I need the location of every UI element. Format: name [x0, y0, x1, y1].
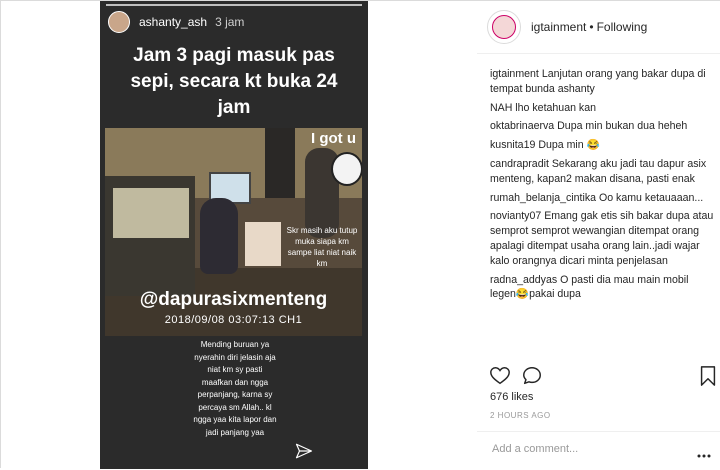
story-caption-line: maafkan dan ngga	[201, 377, 269, 387]
comment-username[interactable]: rumah_belanja_cintika	[490, 192, 596, 204]
comment-text: Oo kamu ketauaaan...	[598, 191, 704, 204]
logo-icon	[492, 15, 516, 39]
comment-username[interactable]: oktabrinaerva	[490, 120, 554, 132]
bookmark-icon[interactable]	[697, 365, 719, 387]
header-username[interactable]: igtainment	[531, 20, 586, 34]
profile-avatar[interactable]	[487, 10, 521, 44]
more-icon[interactable]	[697, 454, 711, 458]
story-viewer: ashanty_ash 3 jam Jam 3 pagi masuk pas s…	[1, 1, 477, 469]
story-header: ashanty_ash 3 jam	[108, 10, 244, 34]
add-comment-bar	[477, 431, 720, 470]
story-caption-line: Mending buruan ya	[200, 340, 270, 349]
cctv-image: I got u Skr masih aku tutup muka siapa k…	[105, 128, 362, 336]
action-bar	[489, 365, 717, 389]
story-headline-line: jam	[217, 97, 251, 118]
comment-icon[interactable]	[521, 365, 543, 387]
comment-username[interactable]: candrapradit	[490, 158, 549, 170]
story-headline: Jam 3 pagi masuk pas sepi, secara kt buk…	[100, 43, 368, 121]
overlay-handle-text: @dapurasixmenteng	[139, 289, 328, 310]
cctv-timestamp: 2018/09/08 03:07:13 CH1	[164, 314, 303, 326]
story-headline-line: sepi, secara kt buka 24	[130, 71, 338, 92]
story-caption-line: percaya sm Allah.. kl	[198, 402, 272, 412]
story-username[interactable]: ashanty_ash	[139, 15, 207, 29]
comments-list: igtainment Lanjutan orang yang bakar dup…	[490, 67, 716, 306]
story-caption-line: niat km sy pasti	[207, 365, 263, 374]
post-time-ago: 2 HOURS AGO	[490, 411, 551, 420]
comment-text: Dupa min bukan dua heheh	[557, 120, 688, 133]
story-time: 3 jam	[215, 15, 245, 29]
heart-icon[interactable]	[489, 365, 511, 387]
post-info-panel: igtainment • Following igtainment Lanjut…	[477, 1, 720, 469]
send-icon[interactable]	[295, 442, 313, 460]
story-panel[interactable]: ashanty_ash 3 jam Jam 3 pagi masuk pas s…	[100, 1, 368, 469]
post-header: igtainment • Following	[477, 1, 720, 54]
follow-button[interactable]: Following	[597, 20, 648, 34]
comment: radna_addyas O pasti dia mau main mobil …	[490, 273, 716, 303]
likes-count[interactable]: 676 likes	[490, 391, 533, 403]
comment-text: Dupa min 😂	[538, 139, 600, 152]
comment: rumah_belanja_cintika Oo kamu ketauaaan.…	[490, 191, 716, 206]
cctv-person	[200, 198, 238, 274]
instagram-post: ashanty_ash 3 jam Jam 3 pagi masuk pas s…	[0, 0, 720, 469]
header-separator: •	[589, 20, 594, 34]
comment-username[interactable]: novianty07	[490, 210, 541, 222]
add-comment-input[interactable]	[490, 442, 694, 456]
story-caption-line: jadi panjang yaa	[205, 427, 265, 437]
story-caption-line: perpanjang, karna sy	[197, 390, 273, 399]
story-caption-line: nyerahin diri jelasin aja	[194, 352, 276, 362]
comment: NAH lho ketahuan kan	[490, 101, 716, 116]
comment: oktabrinaerva Dupa min bukan dua heheh	[490, 119, 716, 134]
comment-username[interactable]: igtainment	[490, 68, 539, 80]
story-avatar[interactable]	[108, 11, 130, 33]
face-sticker	[331, 152, 362, 186]
comment: kusnita19 Dupa min 😂	[490, 138, 716, 153]
comment-username[interactable]: kusnita19	[490, 139, 535, 151]
overlay-sticker-text: Skr masih aku tutup muka siapa km sampe …	[286, 226, 358, 268]
comment-username[interactable]: radna_addyas	[490, 274, 557, 286]
comment: candrapradit Sekarang aku jadi tau dapur…	[490, 157, 716, 187]
comment: novianty07 Emang gak etis sih bakar dupa…	[490, 209, 716, 268]
story-progress-bar	[106, 4, 362, 6]
story-caption: Mending buruan ya nyerahin diri jelasin …	[160, 339, 310, 439]
comment: igtainment Lanjutan orang yang bakar dup…	[490, 67, 716, 97]
story-caption-line: ngga yaa kita lapor dan	[193, 415, 277, 424]
overlay-gotu-text: I got u	[311, 130, 356, 147]
story-headline-line: Jam 3 pagi masuk pas	[133, 45, 335, 66]
comment-text: NAH lho ketahuan kan	[490, 101, 597, 114]
